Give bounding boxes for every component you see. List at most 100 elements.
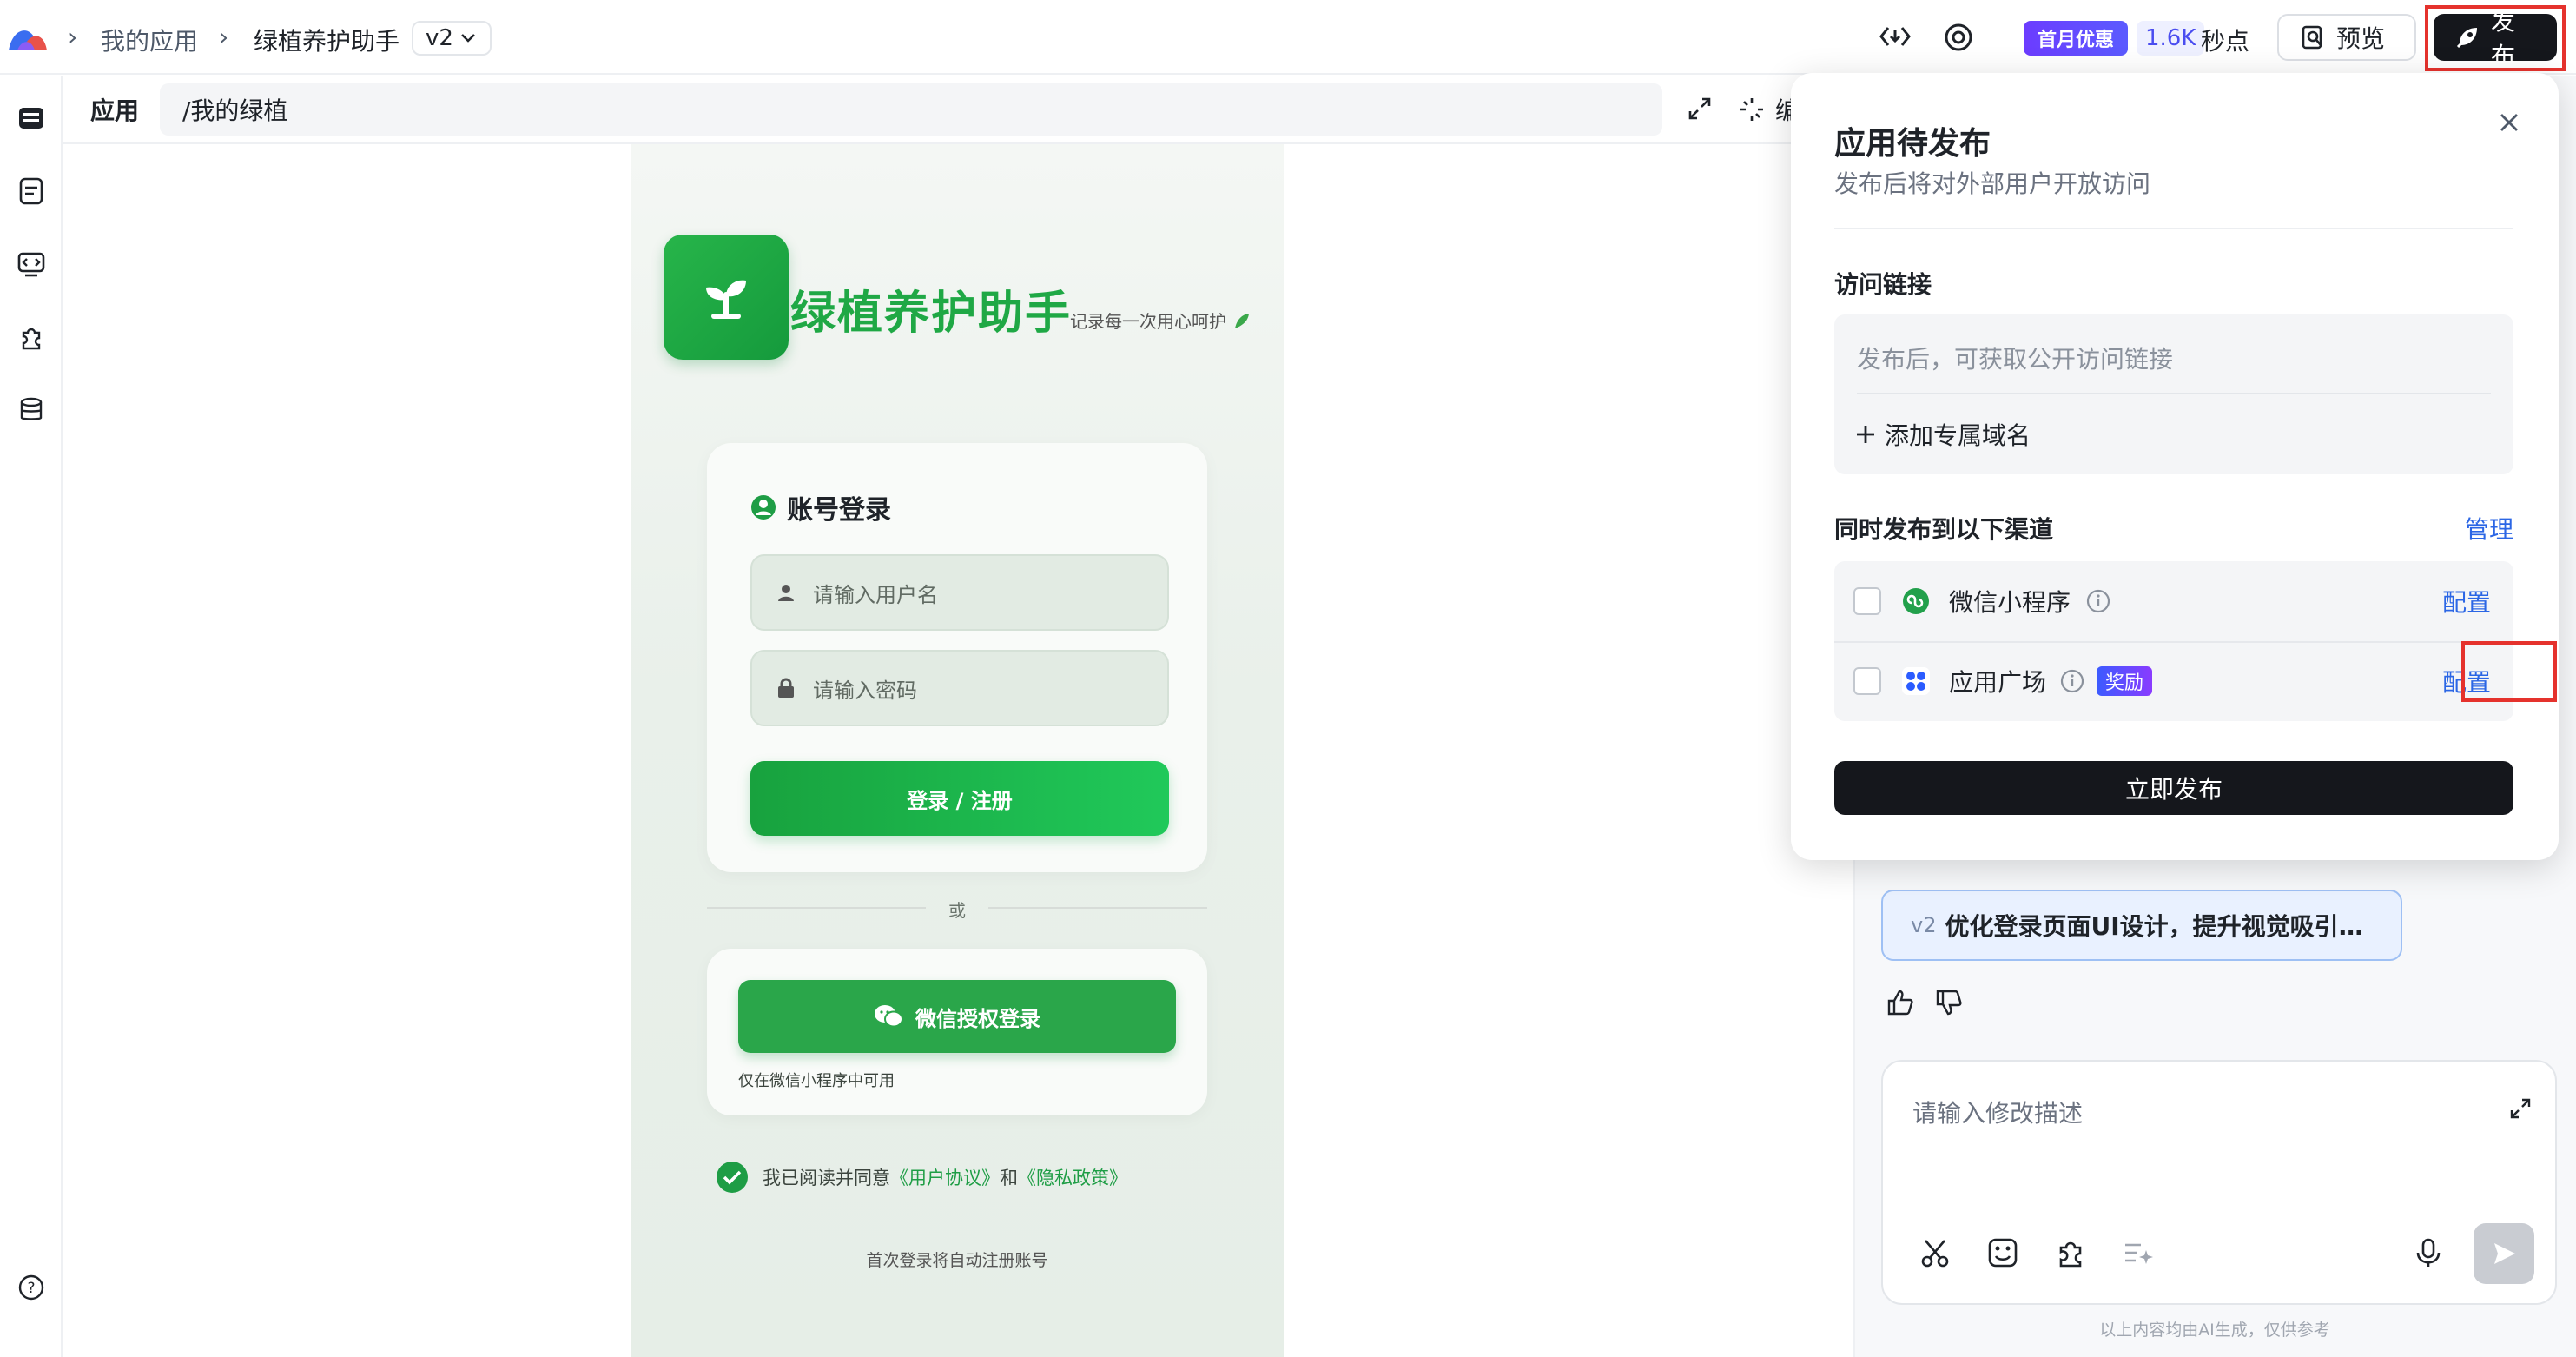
login-card-title: 账号登录 <box>750 488 891 526</box>
login-register-button[interactable]: 登录 / 注册 <box>750 761 1169 836</box>
miniprogram-icon <box>1903 588 1929 614</box>
send-button[interactable] <box>2474 1223 2534 1284</box>
manage-channels-link[interactable]: 管理 <box>2465 511 2513 546</box>
left-rail: ? <box>0 76 63 1357</box>
wechat-login-note: 仅在微信小程序中可用 <box>738 1072 895 1090</box>
version-message-bubble[interactable]: v2 优化登录页面UI设计，提升视觉吸引… <box>1881 890 2402 961</box>
checkbox-checked-icon[interactable] <box>716 1161 749 1194</box>
svg-text:?: ? <box>27 1280 35 1297</box>
tab-app[interactable]: 应用 <box>90 92 139 127</box>
reward-badge: 奖励 <box>2097 666 2153 696</box>
credits-unit: 秒点 <box>2201 27 2250 56</box>
publish-now-button[interactable]: 立即发布 <box>1834 761 2513 815</box>
login-card-title-text: 账号登录 <box>787 495 891 526</box>
chevron-right-icon: › <box>219 23 229 51</box>
app-preview-screen: 绿植养护助手 记录每一次用心呵护 账号登录 请输入用户名 请输入密码 登录 / … <box>631 144 1284 1357</box>
send-icon <box>2494 1243 2515 1264</box>
channel-name-wechat-miniprogram: 微信小程序 <box>1949 588 2071 617</box>
route-path: /我的绿植 <box>182 96 288 125</box>
version-value: v2 <box>426 25 453 51</box>
document-icon[interactable] <box>9 169 54 214</box>
app-logo <box>664 235 789 360</box>
wechat-login-button[interactable]: 微信授权登录 <box>738 980 1176 1053</box>
code-icon[interactable] <box>9 242 54 287</box>
modify-input-box[interactable]: 请输入修改描述 <box>1881 1060 2557 1305</box>
thumbs-down-icon[interactable] <box>1933 987 1965 1018</box>
expand-icon[interactable] <box>2508 1096 2533 1121</box>
target-icon[interactable] <box>1942 21 1975 54</box>
access-link-divider <box>1857 393 2491 394</box>
scissors-icon[interactable] <box>1914 1232 1956 1274</box>
agreement-and: 和 <box>1000 1168 1018 1188</box>
add-domain-button[interactable]: 添加专属域名 <box>1853 417 2031 452</box>
divider-right <box>988 907 1207 909</box>
channel-row-wechat-miniprogram: 微信小程序 配置 <box>1834 561 2513 641</box>
lock-icon <box>778 678 794 698</box>
app-title: 绿植养护助手 <box>790 288 1073 340</box>
thumbs-up-icon[interactable] <box>1885 987 1916 1018</box>
app-subtitle-text: 记录每一次用心呵护 <box>1070 311 1226 332</box>
channel-checkbox-wechat-miniprogram[interactable] <box>1853 587 1881 615</box>
close-icon[interactable] <box>2494 108 2524 137</box>
chevron-right-icon: › <box>68 23 78 51</box>
popover-title: 应用待发布 <box>1834 126 1991 162</box>
channel-row-app-square: 应用广场 奖励 配置 <box>1834 641 2513 721</box>
info-icon[interactable] <box>2060 669 2084 693</box>
publish-label: 发布 <box>2491 7 2516 70</box>
promo-badge[interactable]: 首月优惠 <box>2024 21 2129 56</box>
credits-count: 1.6K <box>2137 21 2205 56</box>
popover-divider <box>1834 228 2513 229</box>
version-select[interactable]: v2 <box>412 21 492 56</box>
channel-list: 微信小程序 配置 应用广场 奖励 配置 <box>1834 561 2557 721</box>
plugin-tool-icon[interactable] <box>2050 1232 2091 1274</box>
publish-button[interactable]: 发布 <box>2434 7 2557 70</box>
database-icon[interactable] <box>9 387 54 433</box>
access-link-placeholder: 发布后，可获取公开访问链接 <box>1857 345 2174 374</box>
channel-checkbox-app-square[interactable] <box>1853 667 1881 695</box>
version-message-tag: v2 <box>1911 913 1937 937</box>
user-agreement-link[interactable]: 《用户协议》 <box>890 1168 1000 1188</box>
info-icon[interactable] <box>2086 589 2110 613</box>
leaf-icon <box>1235 313 1249 328</box>
route-path-bar[interactable]: /我的绿植 <box>160 83 1662 136</box>
username-input[interactable]: 请输入用户名 <box>750 554 1169 631</box>
password-placeholder: 请输入密码 <box>813 678 917 703</box>
wechat-login-label: 微信授权登录 <box>915 1006 1040 1031</box>
wechat-login-card: 微信授权登录 仅在微信小程序中可用 <box>707 949 1207 1115</box>
or-divider-text: 或 <box>948 900 966 921</box>
plugin-icon[interactable] <box>9 314 54 360</box>
add-domain-label: 添加专属域名 <box>1885 421 2031 450</box>
privacy-policy-link[interactable]: 《隐私政策》 <box>1018 1168 1127 1188</box>
rocket-icon <box>2454 24 2480 50</box>
modify-input-placeholder: 请输入修改描述 <box>1912 1099 2084 1128</box>
preview-button[interactable]: 预览 <box>2277 14 2416 61</box>
username-placeholder: 请输入用户名 <box>813 582 938 607</box>
app-square-icon <box>1902 667 1930 695</box>
popover-subtitle: 发布后将对外部用户开放访问 <box>1834 169 2151 198</box>
channel-name-app-square: 应用广场 <box>1949 668 2047 697</box>
agreement-row: 我已阅读并同意《用户协议》和《隐私政策》 <box>716 1161 1127 1194</box>
divider-left <box>707 907 926 909</box>
brand-logo[interactable] <box>5 21 50 56</box>
plus-icon <box>1857 426 1874 443</box>
user-icon <box>778 585 794 601</box>
app-subtitle: 记录每一次用心呵护 <box>1070 308 1251 333</box>
config-link-wechat-miniprogram[interactable]: 配置 <box>2442 584 2491 619</box>
agreement-prefix: 我已阅读并同意 <box>763 1168 890 1188</box>
breadcrumb-app-name[interactable]: 绿植养护助手 <box>254 23 400 57</box>
auto-register-note: 首次登录将自动注册账号 <box>866 1251 1048 1270</box>
sprout-icon <box>706 280 746 319</box>
password-input[interactable]: 请输入密码 <box>750 650 1169 726</box>
code-toggle-icon[interactable] <box>1878 19 1912 54</box>
microphone-icon[interactable] <box>2408 1232 2449 1274</box>
app-icon[interactable] <box>9 96 54 141</box>
sparkle-cursor-icon <box>1740 98 1763 121</box>
preview-label: 预览 <box>2336 24 2386 53</box>
breadcrumb-my-apps[interactable]: 我的应用 <box>101 23 198 57</box>
magic-list-icon[interactable] <box>2117 1232 2159 1274</box>
fullscreen-icon[interactable] <box>1685 94 1714 123</box>
image-icon[interactable] <box>1982 1232 2024 1274</box>
top-bar: › 我的应用 › 绿植养护助手 v2 首月优惠 1.6K 秒点 预览 发布 <box>0 0 2576 75</box>
help-icon[interactable]: ? <box>9 1265 54 1310</box>
ai-disclaimer: 以上内容均由AI生成，仅供参考 <box>2099 1321 2330 1340</box>
